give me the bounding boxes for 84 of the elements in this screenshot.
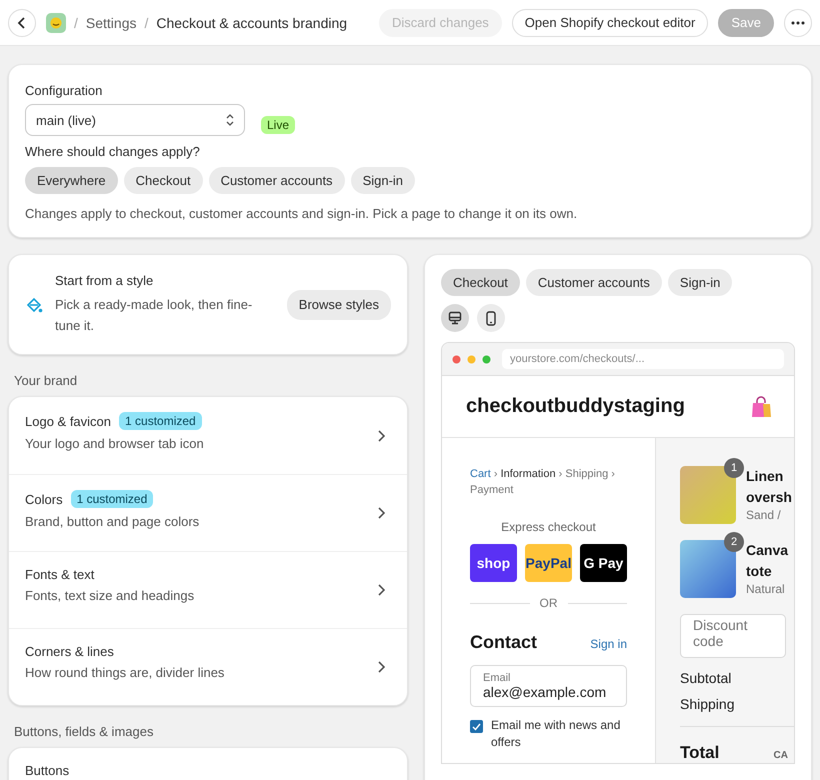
shopping-bag-icon bbox=[750, 396, 772, 418]
summary-label: Subtotal bbox=[680, 670, 732, 686]
row-title: Colors bbox=[25, 492, 63, 506]
newsletter-checkbox[interactable] bbox=[470, 720, 483, 733]
chevron-right-icon bbox=[377, 430, 385, 442]
sign-in-link[interactable]: Sign in bbox=[590, 637, 627, 651]
email-field[interactable]: Email alex@example.com bbox=[470, 665, 627, 707]
select-arrows-icon bbox=[226, 114, 234, 126]
payment-button[interactable]: PayPal bbox=[525, 544, 572, 582]
preview-tab[interactable]: Sign-in bbox=[668, 269, 732, 296]
configuration-select[interactable]: main (live) bbox=[25, 104, 245, 136]
checkout-step: Shipping bbox=[565, 468, 608, 480]
product-variant: Sand / bbox=[746, 508, 782, 522]
breadcrumb-separator: › bbox=[494, 468, 498, 480]
customized-badge: 1 customized bbox=[119, 412, 202, 430]
product-name: Canva tote bbox=[746, 541, 788, 581]
scope-tab[interactable]: Checkout bbox=[124, 167, 203, 194]
more-menu-button[interactable] bbox=[784, 8, 812, 36]
chevron-right-icon bbox=[377, 584, 385, 596]
breadcrumb-separator: › bbox=[611, 468, 615, 480]
payment-button[interactable]: G Pay bbox=[580, 544, 627, 582]
settings-row[interactable]: Fonts & text Fonts, text size and headings bbox=[9, 551, 407, 628]
scope-tab[interactable]: Customer accounts bbox=[208, 167, 345, 194]
style-title: Start from a style bbox=[55, 273, 154, 288]
toolbar-button[interactable]: Open Shopify checkout editor bbox=[512, 8, 708, 36]
settings-row[interactable]: Corners & lines How round things are, divider lines bbox=[9, 628, 407, 705]
desktop-icon bbox=[448, 311, 462, 325]
product-name: Linen oversh bbox=[746, 467, 792, 507]
address-bar: yourstore.com/checkouts/... bbox=[502, 349, 784, 369]
help-text: Changes apply to checkout, customer accounts and sign-in. Pick a page to change it on its own. bbox=[25, 206, 578, 221]
breadcrumb-separator: / bbox=[144, 14, 148, 30]
more-icon bbox=[791, 20, 805, 24]
express-checkout-label: Express checkout bbox=[500, 520, 597, 534]
breadcrumb-item[interactable]: Settings bbox=[86, 14, 136, 30]
preview-tab[interactable]: Customer accounts bbox=[526, 269, 662, 296]
customized-badge: 1 customized bbox=[70, 490, 154, 508]
currency-label: CA bbox=[774, 750, 788, 761]
row-description: How round things are, divider lines bbox=[25, 665, 226, 680]
window-controls-icon bbox=[452, 354, 492, 364]
configuration-label: Configuration bbox=[25, 83, 104, 98]
chevron-right-icon bbox=[377, 507, 385, 519]
product-variant: Natural bbox=[746, 582, 786, 596]
back-button[interactable] bbox=[8, 8, 36, 36]
discount-code-field[interactable]: Discount code bbox=[680, 614, 786, 658]
total-label: Total bbox=[680, 743, 720, 763]
row-description: Your logo and browser tab icon bbox=[25, 436, 205, 451]
breadcrumb-separator: › bbox=[558, 468, 562, 480]
scope-tab[interactable]: Sign-in bbox=[350, 167, 416, 194]
chevron-left-icon bbox=[17, 16, 27, 28]
quantity-badge: 2 bbox=[724, 532, 744, 552]
settings-row[interactable]: Logo & favicon 1 customized Your logo and browser tab icon bbox=[9, 397, 407, 474]
section-heading: Buttons, fields & images bbox=[14, 724, 154, 739]
payment-button[interactable]: shop bbox=[470, 544, 517, 582]
row-description: Brand, button and page colors bbox=[25, 514, 200, 529]
preview-tab[interactable]: Checkout bbox=[441, 269, 520, 296]
scope-label: Where should changes apply? bbox=[25, 144, 201, 159]
settings-row[interactable]: Buttons bbox=[9, 748, 407, 780]
app-logo-icon bbox=[46, 12, 66, 32]
breadcrumb-separator: / bbox=[74, 14, 78, 30]
row-title: Buttons bbox=[25, 763, 70, 778]
row-title: Logo & favicon bbox=[25, 414, 112, 428]
row-title: Fonts & text bbox=[25, 567, 94, 582]
checkout-step: Information bbox=[500, 468, 556, 480]
chevron-right-icon bbox=[377, 661, 385, 673]
style-description: Pick a ready-made look, then fine-tune it. bbox=[55, 296, 254, 335]
device-toggle[interactable] bbox=[441, 304, 469, 332]
status-badge: Live bbox=[261, 116, 296, 134]
quantity-badge: 1 bbox=[724, 458, 744, 478]
checkout-step[interactable]: Cart bbox=[470, 468, 491, 480]
settings-row[interactable]: Colors 1 customized Brand, button and page colors bbox=[9, 474, 407, 551]
newsletter-label: Email me with news and offers bbox=[491, 717, 622, 751]
store-name: checkoutbuddystaging bbox=[466, 395, 685, 418]
mobile-phone-icon bbox=[486, 310, 496, 326]
checkout-step: Payment bbox=[470, 484, 514, 496]
row-title: Corners & lines bbox=[25, 644, 114, 659]
summary-label: Shipping bbox=[680, 696, 736, 712]
row-description: Fonts, text size and headings bbox=[25, 588, 196, 603]
device-toggle[interactable] bbox=[477, 304, 505, 332]
browse-styles-button[interactable]: Browse styles bbox=[286, 290, 391, 320]
contact-heading: Contact bbox=[470, 632, 537, 653]
scope-tab[interactable]: Everywhere bbox=[25, 167, 118, 194]
divider-text: OR bbox=[540, 596, 558, 610]
breadcrumb-item: Checkout & accounts branding bbox=[156, 14, 348, 30]
section-heading: Your brand bbox=[14, 373, 78, 388]
